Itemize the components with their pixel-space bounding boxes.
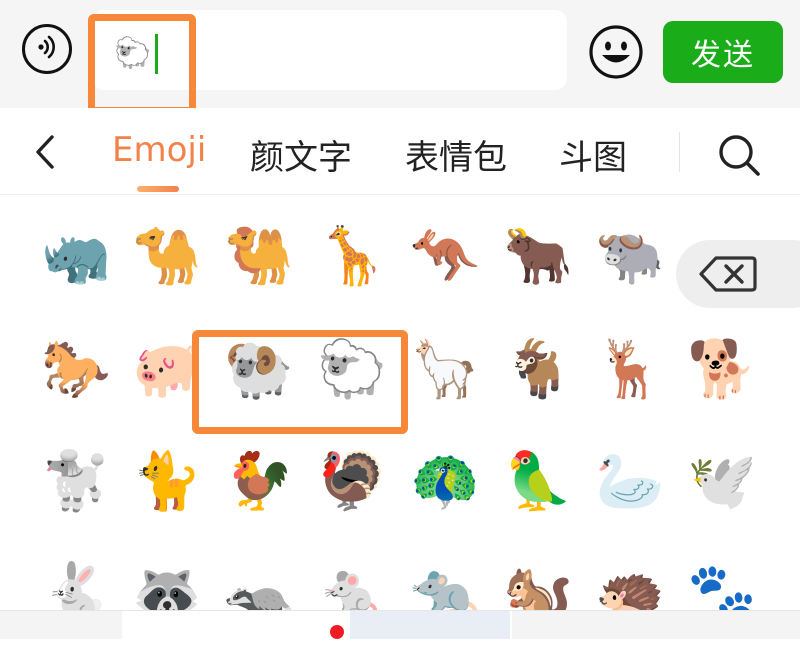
emoji-key[interactable]: 🐐 bbox=[498, 330, 578, 410]
chevron-left-icon bbox=[30, 135, 60, 174]
voice-input-button[interactable] bbox=[22, 24, 72, 74]
emoji-key[interactable]: 🐪 bbox=[127, 217, 207, 297]
emoji-highlight-box bbox=[192, 330, 408, 434]
panel-tab-bar: Emoji 颜文字 表情包 斗图 bbox=[0, 108, 800, 195]
tab-divider bbox=[679, 132, 680, 172]
emoji-key[interactable]: 🦚 bbox=[405, 442, 485, 522]
emoji-key[interactable]: 🐕 bbox=[682, 330, 762, 410]
emoji-row: 🦏 🐪 🐫 🦒 🦘 🐂 🐃 bbox=[0, 217, 800, 327]
emoji-key[interactable]: 🦏 bbox=[36, 217, 116, 297]
emoji-toggle-button[interactable] bbox=[588, 24, 644, 80]
back-button[interactable] bbox=[30, 134, 60, 170]
emoji-key[interactable]: 🕊️ bbox=[682, 442, 762, 522]
search-icon bbox=[716, 135, 762, 182]
search-button[interactable] bbox=[716, 132, 762, 178]
active-tab-indicator bbox=[137, 186, 179, 192]
smile-icon bbox=[588, 25, 644, 84]
tab-stickers[interactable]: 表情包 bbox=[405, 130, 507, 179]
emoji-key[interactable]: 🐓 bbox=[219, 442, 299, 522]
emoji-key[interactable]: 🦙 bbox=[405, 330, 485, 410]
emoji-key[interactable]: 🐩 bbox=[36, 442, 116, 522]
send-button[interactable]: 发送 bbox=[663, 21, 783, 83]
emoji-key[interactable]: 🦢 bbox=[590, 442, 670, 522]
notification-dot bbox=[330, 625, 344, 639]
emoji-key[interactable]: 🐃 bbox=[590, 217, 670, 297]
tab-kaomoji[interactable]: 颜文字 bbox=[250, 130, 352, 179]
emoji-key[interactable]: 🦌 bbox=[590, 330, 670, 410]
tab-emoji[interactable]: Emoji bbox=[112, 130, 206, 170]
emoji-key[interactable]: 🦜 bbox=[498, 442, 578, 522]
emoji-category-bar bbox=[0, 610, 800, 639]
category-selected[interactable] bbox=[350, 611, 510, 639]
emoji-key[interactable]: 🐫 bbox=[219, 217, 299, 297]
backspace-button[interactable] bbox=[676, 240, 800, 308]
emoji-key[interactable]: 🐈 bbox=[127, 442, 207, 522]
voice-icon bbox=[32, 32, 62, 66]
emoji-row: 🐇 🦝 🦡 🐁 🐀 🐿️ 🦔 🐾 bbox=[0, 553, 800, 663]
emoji-row: 🐩 🐈 🐓 🦃 🦚 🦜 🦢 🕊️ bbox=[0, 442, 800, 552]
tab-meme[interactable]: 斗图 bbox=[559, 130, 627, 179]
emoji-key[interactable]: 🐂 bbox=[498, 217, 578, 297]
emoji-key[interactable]: 🦃 bbox=[312, 442, 392, 522]
emoji-key[interactable]: 🐎 bbox=[36, 330, 116, 410]
emoji-key[interactable]: 🦘 bbox=[405, 217, 485, 297]
input-highlight-box bbox=[88, 14, 196, 114]
emoji-key[interactable]: 🦒 bbox=[312, 217, 392, 297]
